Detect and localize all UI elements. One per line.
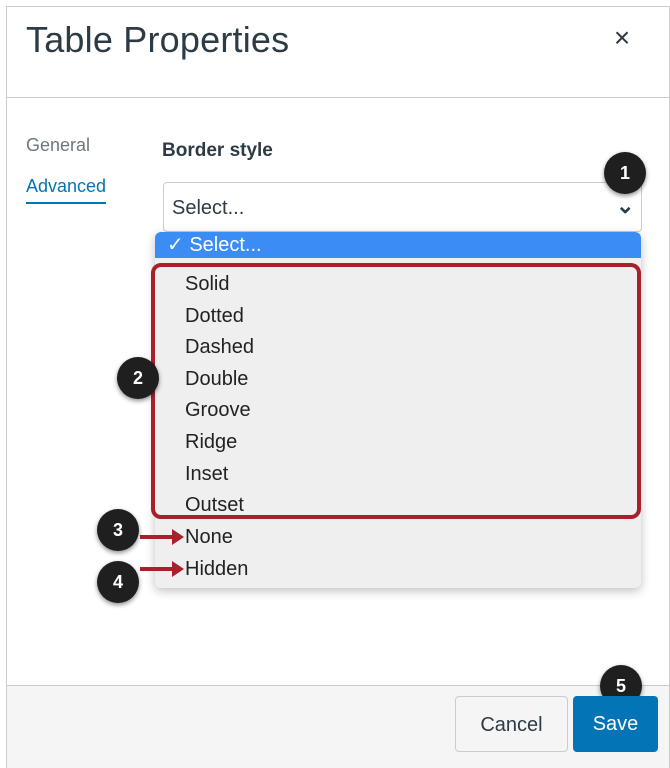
callout-badge-4: 4 xyxy=(97,561,139,603)
option-dashed[interactable]: Dashed xyxy=(155,331,641,363)
cancel-button[interactable]: Cancel xyxy=(455,696,568,752)
header-divider xyxy=(7,97,669,98)
save-button[interactable]: Save xyxy=(573,696,658,752)
option-double[interactable]: Double xyxy=(155,363,641,395)
option-groove[interactable]: Groove xyxy=(155,394,641,426)
callout-arrow-4 xyxy=(140,561,184,577)
option-select[interactable]: ✓ Select... xyxy=(155,232,641,258)
chevron-down-icon: ⌄ xyxy=(616,193,635,218)
callout-badge-3: 3 xyxy=(97,509,139,551)
close-icon[interactable]: × xyxy=(605,21,639,55)
option-dotted[interactable]: Dotted xyxy=(155,300,641,332)
option-inset[interactable]: Inset xyxy=(155,458,641,490)
tab-advanced[interactable]: Advanced xyxy=(26,176,107,204)
option-none[interactable]: None xyxy=(155,521,641,553)
dialog-title: Table Properties xyxy=(26,19,290,60)
option-outset[interactable]: Outset xyxy=(155,489,641,521)
dialog-footer xyxy=(7,686,669,768)
option-ridge[interactable]: Ridge xyxy=(155,426,641,458)
tab-general[interactable]: General xyxy=(26,135,90,156)
select-value: Select... xyxy=(172,197,245,219)
callout-badge-1: 1 xyxy=(604,152,646,194)
option-hidden[interactable]: Hidden xyxy=(155,553,641,585)
border-style-dropdown: ✓ Select... Solid Dotted Dashed Double G… xyxy=(155,232,641,588)
border-style-select[interactable]: Select... ⌄ xyxy=(163,182,642,232)
callout-arrow-3 xyxy=(140,529,184,545)
border-style-label: Border style xyxy=(162,140,273,161)
callout-badge-2: 2 xyxy=(117,357,159,399)
option-solid[interactable]: Solid xyxy=(155,268,641,300)
